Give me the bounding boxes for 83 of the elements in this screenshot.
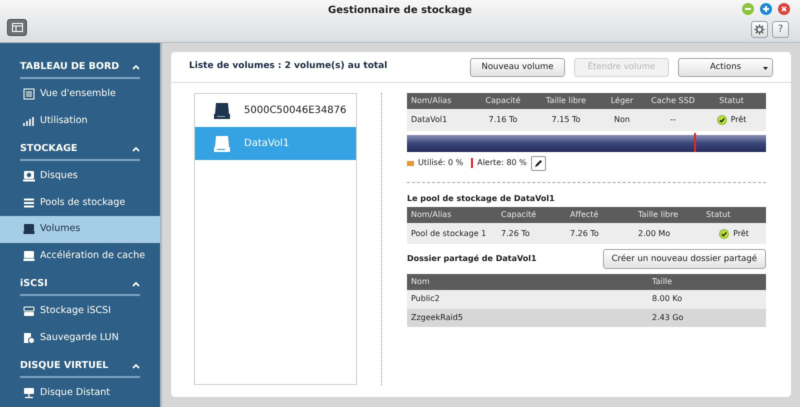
volume-item[interactable]: 5000C50046E34876 bbox=[195, 94, 356, 127]
action-button[interactable]: Nouveau volume bbox=[470, 58, 565, 76]
sidebar-item[interactable]: Utilisation bbox=[0, 108, 160, 134]
section-title: Dossier partagé de DataVol1 bbox=[407, 253, 537, 265]
table-cell-text: 2.00 Mo bbox=[638, 228, 672, 240]
table-cell-text: 8.00 Ko bbox=[652, 293, 684, 306]
status-text: Prêt bbox=[733, 228, 749, 240]
table-cell-text: 7.26 To bbox=[501, 228, 531, 240]
drive-icon bbox=[213, 134, 231, 152]
legend-label: Alerte: 80 % bbox=[477, 157, 527, 169]
sidebar-item[interactable]: Volumes bbox=[0, 216, 160, 242]
column-header: Nom bbox=[411, 276, 431, 288]
table-cell-text: Public2 bbox=[411, 293, 441, 306]
pencil-icon bbox=[534, 158, 543, 168]
maximize-icon[interactable] bbox=[760, 3, 772, 15]
column-header: Statut bbox=[718, 95, 745, 107]
table-cell-text: 7.26 To bbox=[570, 228, 600, 240]
actions-dropdown[interactable]: Actions bbox=[678, 58, 773, 76]
server-icon bbox=[23, 305, 35, 318]
create-folder-button[interactable]: Créer un nouveau dossier partagé bbox=[602, 249, 766, 269]
column-header: Nom/Alias bbox=[411, 209, 452, 221]
edit-button[interactable] bbox=[530, 156, 546, 170]
column-header: Capacité bbox=[484, 95, 522, 107]
chevron-icon bbox=[132, 64, 140, 70]
check-icon bbox=[716, 115, 727, 125]
column-header: Taille libre bbox=[544, 95, 588, 107]
monitor-icon bbox=[23, 387, 35, 400]
legend-label: Utilisé: 0 % bbox=[418, 157, 464, 169]
column-header: Capacité bbox=[501, 209, 538, 221]
section-header[interactable]: iSCSI bbox=[20, 274, 140, 296]
sidebar-item[interactable]: Pools de stockage bbox=[0, 190, 160, 216]
column-header: Léger bbox=[610, 95, 634, 107]
help-button[interactable]: ? bbox=[772, 21, 789, 38]
table-cell-text: Pool de stockage 1 bbox=[411, 228, 488, 240]
sidebar-item[interactable]: Accélération de cache bbox=[0, 242, 160, 269]
caret-icon bbox=[763, 66, 768, 70]
chevron-icon bbox=[132, 281, 140, 287]
table-cell-text: ZzgeekRaid5 bbox=[411, 312, 464, 324]
column-header: Taille bbox=[652, 276, 674, 288]
legend-swatch bbox=[407, 160, 414, 166]
status-text: Prêt bbox=[730, 114, 746, 126]
sidebar-item[interactable]: Stockage iSCSI bbox=[0, 298, 160, 324]
column-header: Nom/Alias bbox=[411, 95, 452, 107]
chevron-icon bbox=[132, 363, 140, 369]
drive-icon bbox=[23, 250, 35, 262]
close-icon[interactable] bbox=[778, 3, 790, 15]
settings-button[interactable] bbox=[751, 21, 768, 38]
section-header[interactable]: DISQUE VIRTUEL bbox=[20, 356, 140, 378]
bar-chart-icon bbox=[23, 114, 35, 127]
sidebar-item[interactable]: Vue d'ensemble bbox=[0, 81, 160, 108]
sidebar-item[interactable]: Disques bbox=[0, 163, 160, 190]
window-title: Gestionnaire de stockage bbox=[328, 4, 472, 18]
list-icon bbox=[23, 196, 35, 209]
section-title: DISQUE VIRTUEL bbox=[20, 358, 108, 373]
section-header[interactable]: STOCKAGE bbox=[20, 139, 140, 161]
table-cell-text: 2.43 Go bbox=[652, 312, 684, 324]
check-icon bbox=[719, 228, 730, 238]
settings-icon bbox=[754, 24, 765, 35]
table-cell-text: DataVol1 bbox=[411, 114, 448, 126]
column-header: Taille libre bbox=[638, 209, 680, 221]
menu-toggle-button[interactable] bbox=[7, 19, 27, 36]
legend-swatch bbox=[471, 158, 474, 168]
column-header: Cache SSD bbox=[650, 95, 696, 107]
panel-title: Liste de volumes : 2 volume(s) au total bbox=[189, 60, 388, 74]
drive-icon bbox=[213, 102, 231, 120]
sidebar-item[interactable]: Sauvegarde LUN bbox=[0, 324, 160, 351]
table-cell-text: 7.15 To bbox=[550, 114, 582, 126]
table-cell-text: Non bbox=[613, 114, 631, 126]
document-icon bbox=[23, 332, 35, 344]
chevron-icon bbox=[132, 146, 140, 152]
section-title: TABLEAU DE BORD bbox=[20, 60, 120, 74]
column-header: Affecté bbox=[570, 209, 600, 221]
layout-icon bbox=[12, 23, 22, 32]
section-title: STOCKAGE bbox=[20, 142, 78, 156]
sidebar-item[interactable]: Disque Distant bbox=[0, 380, 160, 406]
section-header[interactable]: TABLEAU DE BORD bbox=[20, 57, 140, 79]
section-title: iSCSI bbox=[20, 276, 48, 291]
table-cell-text: 7.16 To bbox=[488, 114, 518, 126]
table-cell-text: -- bbox=[669, 114, 677, 126]
column-header: Statut bbox=[706, 209, 732, 221]
grid-icon bbox=[23, 88, 35, 100]
section-title: Le pool de stockage de DataVol1 bbox=[407, 193, 556, 205]
drive-icon bbox=[23, 223, 35, 236]
